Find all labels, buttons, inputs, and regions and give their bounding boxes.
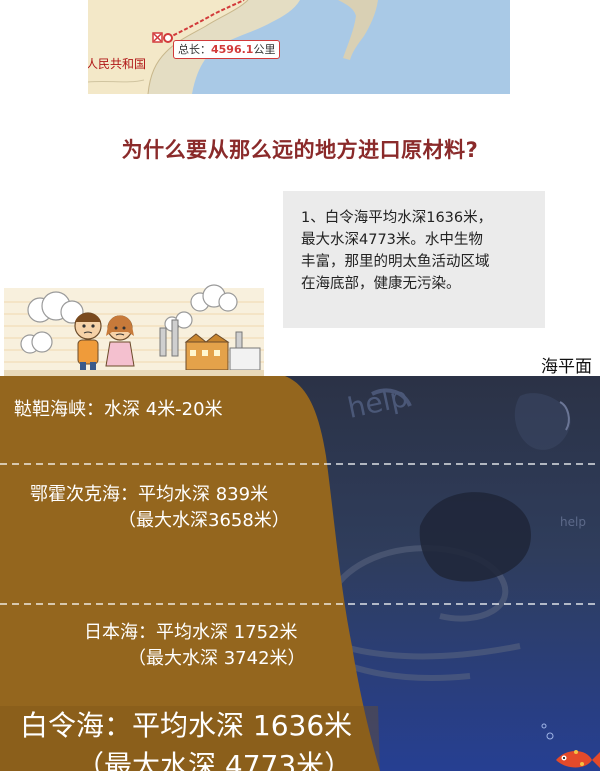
strait-main: 白令海：平均水深 1636米	[20, 709, 353, 742]
sea-level-label: 海平面	[541, 357, 592, 377]
country-label: 人民共和国	[88, 57, 147, 71]
route-length-unit: 公里	[253, 43, 276, 56]
strait-sub: （最大水深3658米）	[118, 510, 290, 531]
strait-main: 鄂霍次克海：平均水深 839米	[30, 484, 269, 505]
strait-main: 鞑靼海峡：水深 4米-20米	[14, 399, 223, 420]
origin-marker-icon	[152, 32, 163, 43]
help-text-2: help	[560, 515, 586, 529]
strait-sub: （最大水深 4773米）	[76, 749, 353, 771]
info-line: 1、白令海平均水深1636米，	[301, 210, 493, 226]
strait-label-japan: 日本海：平均水深 1752米 （最大水深 3742米）	[84, 620, 306, 672]
map-graphic	[88, 0, 510, 94]
route-map: 总长：4596.1公里 人民共和国	[88, 0, 510, 94]
section-heading: 为什么要从那么远的地方进口原材料?	[121, 138, 479, 162]
info-line: 丰富，那里的明太鱼活动区域	[301, 254, 490, 270]
info-box: 1、白令海平均水深1636米， 最大水深4773米。水中生物 丰富，那里的明太鱼…	[283, 191, 545, 328]
info-line: 最大水深4773米。水中生物	[301, 232, 483, 248]
info-line: 在海底部，健康无污染。	[301, 276, 461, 292]
route-length-label: 总长：	[178, 43, 211, 56]
strait-label-tatar: 鞑靼海峡：水深 4米-20米	[14, 395, 223, 421]
ocean-cross-section: help help 鞑靼海峡：水深 4米-20米 鄂霍次克海：平均水深 839米…	[0, 376, 600, 771]
pollution-illustration	[4, 284, 264, 376]
route-length-value: 4596.1	[211, 43, 254, 56]
strait-label-bering: 白令海：平均水深 1636米 （最大水深 4773米）	[20, 706, 352, 771]
strait-main: 日本海：平均水深 1752米	[84, 622, 298, 643]
route-length-box: 总长：4596.1公里	[173, 40, 281, 59]
boy-figure	[74, 312, 102, 372]
strait-sub: （最大水深 3742米）	[128, 648, 306, 669]
strait-label-okhotsk: 鄂霍次克海：平均水深 839米 （最大水深3658米）	[30, 482, 290, 534]
